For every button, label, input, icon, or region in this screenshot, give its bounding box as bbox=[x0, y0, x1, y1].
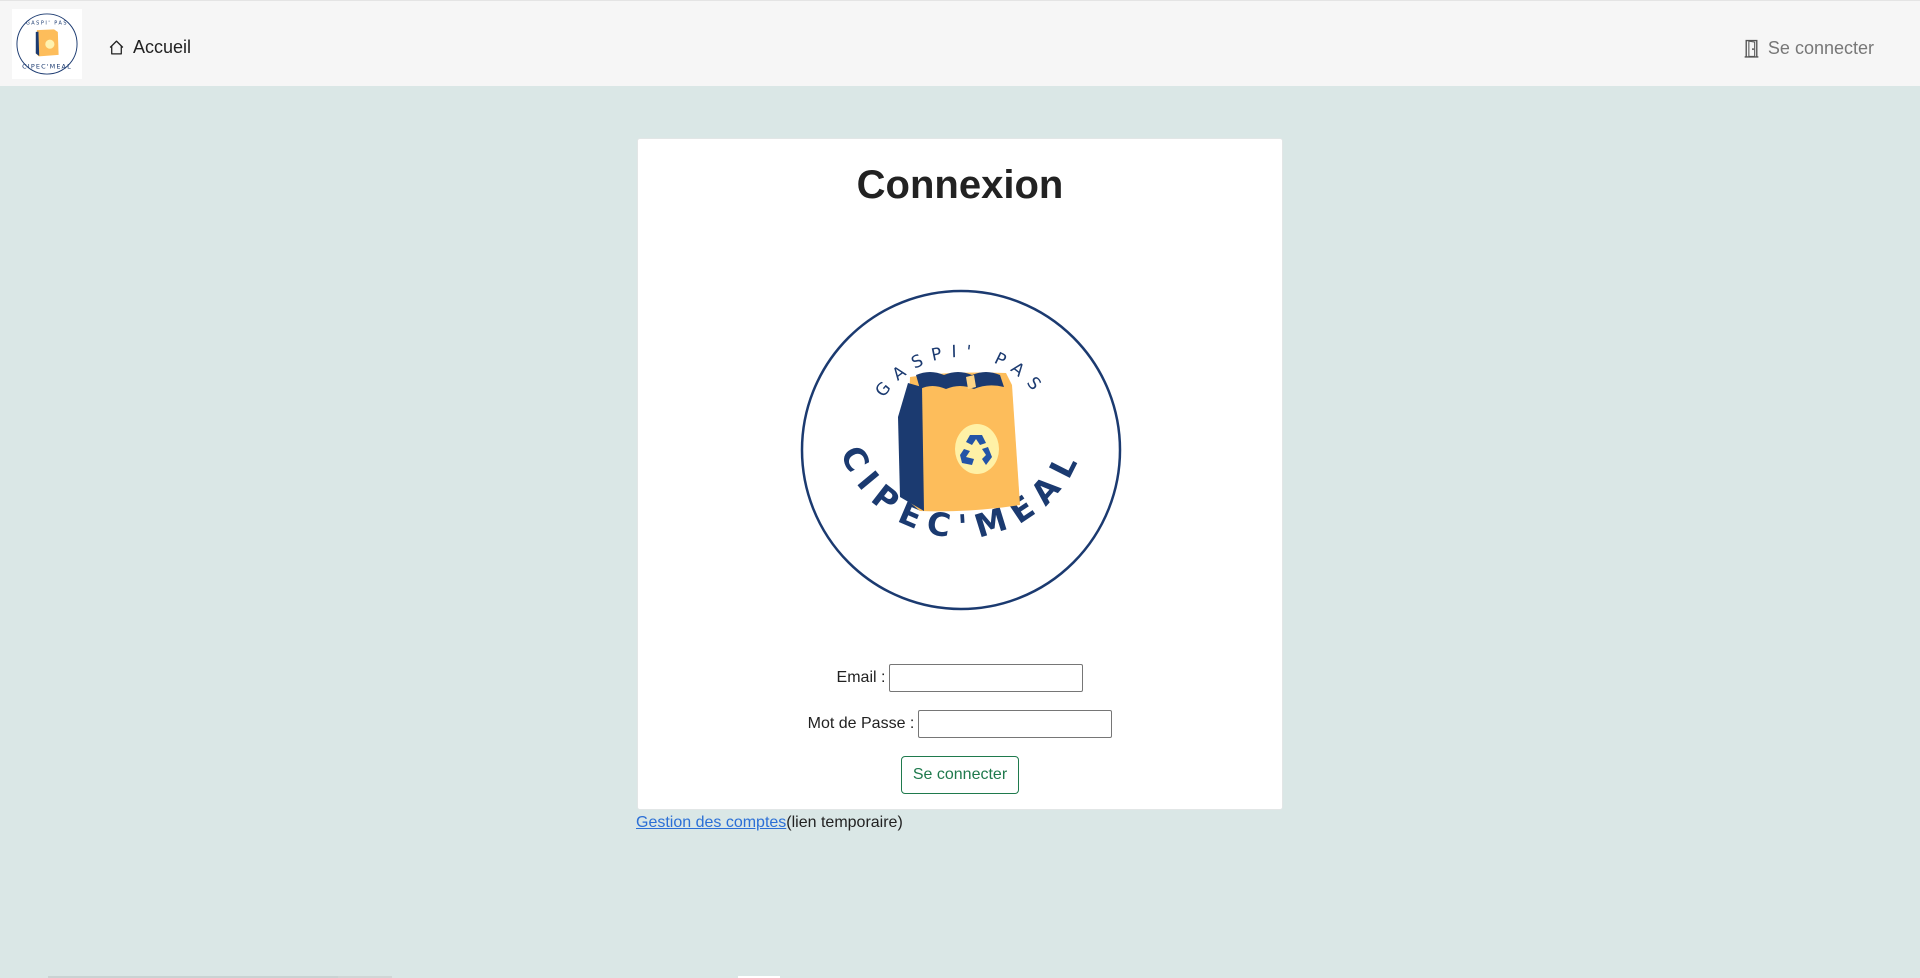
password-row: Mot de Passe : bbox=[638, 710, 1282, 738]
email-field[interactable] bbox=[889, 664, 1084, 692]
recycle-icon bbox=[955, 424, 999, 474]
email-row: Email : bbox=[638, 664, 1282, 692]
door-icon bbox=[1744, 39, 1759, 58]
login-card: Connexion GASPI' PAS CIPEC'MEAL Email : bbox=[637, 138, 1283, 810]
password-label: Mot de Passe : bbox=[807, 715, 915, 732]
nav-home-label: Accueil bbox=[133, 37, 192, 57]
cipecmeal-logo: GASPI' PAS CIPEC'MEAL bbox=[800, 289, 1122, 611]
nav-login-label: Se connecter bbox=[1767, 38, 1874, 58]
page-title: Connexion bbox=[856, 163, 1064, 207]
navbar-brand-logo[interactable]: GASPI' PAS CIPEC'MEAL bbox=[12, 9, 82, 79]
nav-home-link[interactable]: Accueil bbox=[108, 37, 191, 58]
house-icon bbox=[109, 40, 124, 55]
svg-text:CIPEC'MEAL: CIPEC'MEAL bbox=[22, 63, 72, 71]
password-field[interactable] bbox=[918, 710, 1113, 738]
account-management-link[interactable]: Gestion des comptes bbox=[636, 814, 786, 831]
email-label: Email : bbox=[836, 669, 886, 686]
temporary-link-note: (lien temporaire) bbox=[786, 814, 903, 831]
top-navbar: GASPI' PAS CIPEC'MEAL Accueil Se connect… bbox=[0, 0, 1920, 86]
nav-login-link[interactable]: Se connecter bbox=[1744, 38, 1874, 59]
login-submit-button[interactable]: Se connecter bbox=[901, 756, 1019, 794]
svg-text:GASPI' PAS: GASPI' PAS bbox=[26, 20, 68, 26]
brand-logo-image: GASPI' PAS CIPEC'MEAL bbox=[16, 13, 78, 75]
account-management-note: Gestion des comptes(lien temporaire) bbox=[636, 814, 903, 832]
